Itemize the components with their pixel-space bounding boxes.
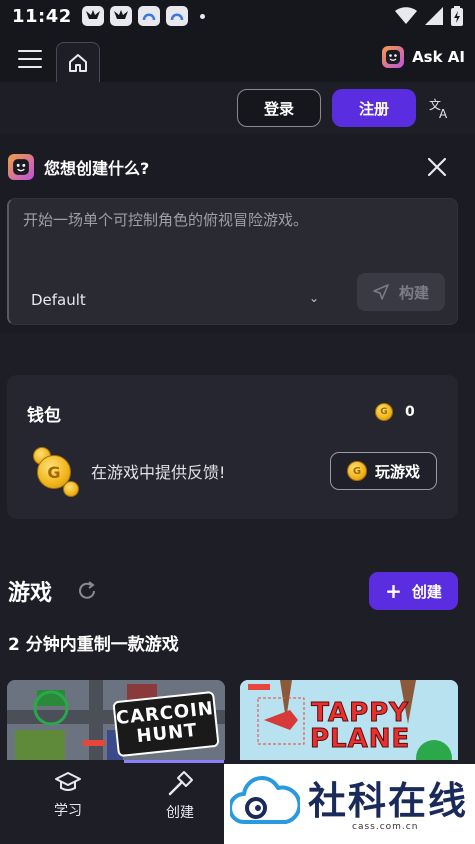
signal-icon xyxy=(425,7,443,25)
play-games-label: 玩游戏 xyxy=(374,462,420,481)
play-games-button[interactable]: G 玩游戏 xyxy=(330,452,437,490)
create-game-label: 创建 xyxy=(411,582,442,601)
app-notification-icon xyxy=(137,6,160,26)
wifi-icon xyxy=(395,7,417,24)
close-icon[interactable] xyxy=(426,156,448,178)
watermark: 社科在线 cass.com.cn xyxy=(224,764,475,844)
graduation-cap-icon xyxy=(55,772,81,791)
refresh-icon[interactable] xyxy=(76,580,98,602)
remix-subtitle: 2 分钟内重制一款游戏 xyxy=(8,635,179,655)
bird-notification-icon xyxy=(109,6,132,26)
watermark-title: 社科在线 xyxy=(308,779,469,823)
nav-item-learn[interactable]: 学习 xyxy=(18,770,118,820)
plus-icon: + xyxy=(385,579,402,603)
login-button[interactable]: 登录 xyxy=(237,89,321,127)
build-button[interactable]: 构建 xyxy=(357,273,445,311)
model-select[interactable]: Default xyxy=(31,285,331,315)
ask-ai-label: Ask AI xyxy=(412,48,465,66)
register-button[interactable]: 注册 xyxy=(332,89,416,127)
coin-balance: G 0 xyxy=(375,403,415,421)
battery-icon xyxy=(451,6,463,26)
nav-learn-label: 学习 xyxy=(54,803,82,819)
carcoin-hunt-logo: CARCOIN HUNT xyxy=(112,690,220,758)
wallet-title: 钱包 xyxy=(27,406,61,426)
home-icon xyxy=(69,53,87,72)
coin-stack-icon: G xyxy=(33,447,83,497)
ask-ai-button[interactable]: Ask AI xyxy=(382,46,465,68)
home-tab[interactable] xyxy=(56,42,100,82)
create-prompt-panel: 您想创建什么? 开始一场单个可控制角色的俯视冒险游戏。 Default ⌄ 构建 xyxy=(0,134,475,334)
notification-icons xyxy=(81,6,205,26)
feedback-text: 在游戏中提供反馈! xyxy=(91,463,226,482)
model-select-value: Default xyxy=(31,291,86,309)
more-notifications-dot xyxy=(199,13,205,19)
card-title-line1: TAPPY xyxy=(311,698,410,728)
coin-icon: G xyxy=(375,403,393,421)
nav-create-label: 创建 xyxy=(166,805,194,821)
bird-notification-icon xyxy=(81,6,104,26)
nav-item-create[interactable]: 创建 xyxy=(130,770,230,822)
active-tab-indicator xyxy=(124,760,224,763)
games-title: 游戏 xyxy=(8,581,53,606)
wallet-card: 钱包 G 0 G 在游戏中提供反馈! G 玩游戏 xyxy=(7,375,458,519)
status-bar: 11:42 xyxy=(0,0,475,32)
ai-face-icon xyxy=(382,46,405,68)
coin-icon: G xyxy=(346,461,367,481)
auth-bar: 登录 注册 文 A xyxy=(0,82,475,134)
create-game-button[interactable]: + 创建 xyxy=(369,572,458,610)
watermark-url: cass.com.cn xyxy=(352,822,419,832)
tappy-plane-logo: TAPPY PLANE xyxy=(309,698,411,754)
card-title-line2: PLANE xyxy=(309,724,411,754)
top-navigation: Ask AI xyxy=(0,32,475,82)
hammer-icon xyxy=(168,771,193,796)
app-notification-icon xyxy=(165,6,188,26)
build-label: 构建 xyxy=(398,283,429,302)
send-icon xyxy=(373,284,389,300)
ai-face-icon xyxy=(8,154,34,180)
system-icons xyxy=(395,6,463,26)
prompt-title: 您想创建什么? xyxy=(44,159,150,178)
chevron-down-icon: ⌄ xyxy=(309,291,320,305)
prompt-input[interactable]: 开始一场单个可控制角色的俯视冒险游戏。 Default ⌄ 构建 xyxy=(7,198,458,325)
card-title-line2: HUNT xyxy=(135,719,199,748)
game-card-carcoin-hunt[interactable]: CARCOIN HUNT xyxy=(7,680,225,770)
svg-text:A: A xyxy=(439,107,448,120)
translate-icon[interactable]: 文 A xyxy=(428,96,452,120)
status-time: 11:42 xyxy=(12,5,72,27)
watermark-logo xyxy=(230,776,300,824)
game-card-tappy-plane[interactable]: TAPPY PLANE xyxy=(240,680,458,770)
prompt-header: 您想创建什么? xyxy=(8,154,149,180)
prompt-placeholder: 开始一场单个可控制角色的俯视冒险游戏。 xyxy=(23,211,309,229)
balance-value: 0 xyxy=(405,404,415,420)
hamburger-icon[interactable] xyxy=(18,50,42,68)
